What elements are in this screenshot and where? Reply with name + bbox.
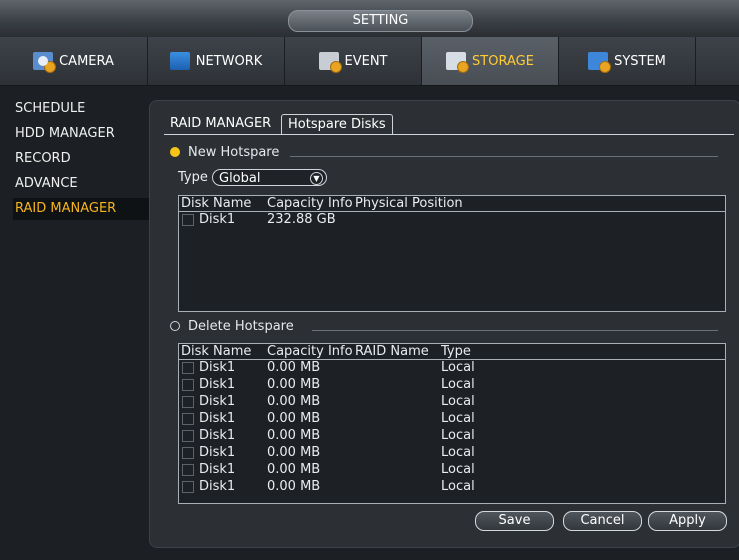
event-icon xyxy=(318,52,342,73)
row-checkbox[interactable] xyxy=(182,481,194,493)
subtab-divider xyxy=(164,134,734,135)
cancel-button[interactable]: Cancel xyxy=(563,511,642,531)
row-checkbox[interactable] xyxy=(182,379,194,391)
col-disk-name: Disk Name xyxy=(181,344,252,359)
sidebar-item-hdd-manager[interactable]: HDD MANAGER xyxy=(13,123,150,145)
sidebar-item-advance[interactable]: ADVANCE xyxy=(13,173,150,195)
disk-type: Local xyxy=(441,377,475,392)
content-panel: RAID MANAGER Hotspare Disks New Hotspare… xyxy=(149,100,739,548)
disk-name: Disk1 xyxy=(199,428,236,443)
table-row[interactable]: Disk1 0.00 MB Local xyxy=(179,462,725,479)
disk-type: Local xyxy=(441,411,475,426)
disk-type: Local xyxy=(441,428,475,443)
capacity-info: 232.88 GB xyxy=(267,212,336,227)
delete-hotspare-table: Disk Name Capacity Info RAID Name Type D… xyxy=(178,343,726,504)
type-dropdown[interactable]: Global ▼ xyxy=(212,169,327,186)
disk-name: Disk1 xyxy=(199,411,236,426)
chevron-down-icon: ▼ xyxy=(310,172,323,185)
system-icon xyxy=(588,52,612,73)
tab-storage[interactable]: STORAGE xyxy=(422,37,559,85)
col-capacity-info: Capacity Info xyxy=(267,196,353,211)
table-row[interactable]: Disk1 0.00 MB Local xyxy=(179,428,725,445)
table-row[interactable]: Disk1 0.00 MB Local xyxy=(179,445,725,462)
row-checkbox[interactable] xyxy=(182,396,194,408)
disk-type: Local xyxy=(441,462,475,477)
delete-hotspare-option[interactable]: Delete Hotspare xyxy=(170,316,294,336)
type-dropdown-value: Global xyxy=(219,171,261,186)
disk-name: Disk1 xyxy=(199,212,236,227)
col-physical-position: Physical Position xyxy=(355,196,463,211)
tab-storage-label: STORAGE xyxy=(472,53,534,69)
radio-selected-icon xyxy=(170,147,180,157)
subtab-hotspare-disks[interactable]: Hotspare Disks xyxy=(281,114,393,135)
disk-name: Disk1 xyxy=(199,360,236,375)
capacity-info: 0.00 MB xyxy=(267,411,321,426)
main-tab-bar: CAMERA NETWORK EVENT STORAGE SYSTEM xyxy=(0,37,739,86)
radio-unselected-icon xyxy=(170,321,180,331)
row-checkbox[interactable] xyxy=(182,214,194,226)
disk-name: Disk1 xyxy=(199,377,236,392)
disk-name: Disk1 xyxy=(199,445,236,460)
tab-network[interactable]: NETWORK xyxy=(148,37,285,85)
capacity-info: 0.00 MB xyxy=(267,462,321,477)
disk-type: Local xyxy=(441,445,475,460)
section-divider xyxy=(290,156,718,157)
col-disk-name: Disk Name xyxy=(181,196,252,211)
table-row[interactable]: Disk1 0.00 MB Local xyxy=(179,479,725,496)
tab-camera[interactable]: CAMERA xyxy=(0,37,148,85)
new-hotspare-label: New Hotspare xyxy=(188,144,280,160)
camera-icon xyxy=(33,52,57,73)
tab-network-label: NETWORK xyxy=(195,53,263,69)
disk-name: Disk1 xyxy=(199,462,236,477)
capacity-info: 0.00 MB xyxy=(267,360,321,375)
apply-button[interactable]: Apply xyxy=(648,511,727,531)
col-capacity-info: Capacity Info xyxy=(267,344,353,359)
sidebar-item-schedule[interactable]: SCHEDULE xyxy=(13,98,150,120)
save-button[interactable]: Save xyxy=(475,511,554,531)
network-icon xyxy=(169,52,190,70)
col-raid-name: RAID Name xyxy=(355,344,429,359)
capacity-info: 0.00 MB xyxy=(267,394,321,409)
disk-type: Local xyxy=(441,479,475,494)
window-title: SETTING xyxy=(288,10,473,32)
capacity-info: 0.00 MB xyxy=(267,445,321,460)
tab-system[interactable]: SYSTEM xyxy=(559,37,696,85)
new-hotspare-option[interactable]: New Hotspare xyxy=(170,142,279,162)
tab-event[interactable]: EVENT xyxy=(285,37,422,85)
table-row[interactable]: Disk1 0.00 MB Local xyxy=(179,377,725,394)
sidebar-item-record[interactable]: RECORD xyxy=(13,148,150,170)
tab-event-label: EVENT xyxy=(344,53,388,69)
table-row[interactable]: Disk1 232.88 GB xyxy=(179,212,725,229)
row-checkbox[interactable] xyxy=(182,464,194,476)
title-bar: SETTING xyxy=(0,0,739,38)
disk-name: Disk1 xyxy=(199,394,236,409)
disk-name: Disk1 xyxy=(199,479,236,494)
row-checkbox[interactable] xyxy=(182,430,194,442)
table-header: Disk Name Capacity Info RAID Name Type xyxy=(179,344,725,360)
col-type: Type xyxy=(441,344,471,359)
new-hotspare-table: Disk Name Capacity Info Physical Positio… xyxy=(178,195,726,312)
row-checkbox[interactable] xyxy=(182,413,194,425)
row-checkbox[interactable] xyxy=(182,362,194,374)
capacity-info: 0.00 MB xyxy=(267,479,321,494)
table-row[interactable]: Disk1 0.00 MB Local xyxy=(179,394,725,411)
type-label: Type xyxy=(178,170,208,185)
tab-system-label: SYSTEM xyxy=(614,53,666,69)
capacity-info: 0.00 MB xyxy=(267,377,321,392)
sidebar-item-raid-manager[interactable]: RAID MANAGER xyxy=(13,198,150,220)
storage-icon xyxy=(446,52,470,73)
row-checkbox[interactable] xyxy=(182,447,194,459)
table-row[interactable]: Disk1 0.00 MB Local xyxy=(179,411,725,428)
disk-type: Local xyxy=(441,360,475,375)
capacity-info: 0.00 MB xyxy=(267,428,321,443)
delete-hotspare-label: Delete Hotspare xyxy=(188,318,294,334)
disk-type: Local xyxy=(441,394,475,409)
section-divider xyxy=(312,330,718,331)
table-header: Disk Name Capacity Info Physical Positio… xyxy=(179,196,725,212)
tab-camera-label: CAMERA xyxy=(59,53,114,69)
subtab-raid-manager[interactable]: RAID MANAGER xyxy=(164,114,277,134)
table-row[interactable]: Disk1 0.00 MB Local xyxy=(179,360,725,377)
